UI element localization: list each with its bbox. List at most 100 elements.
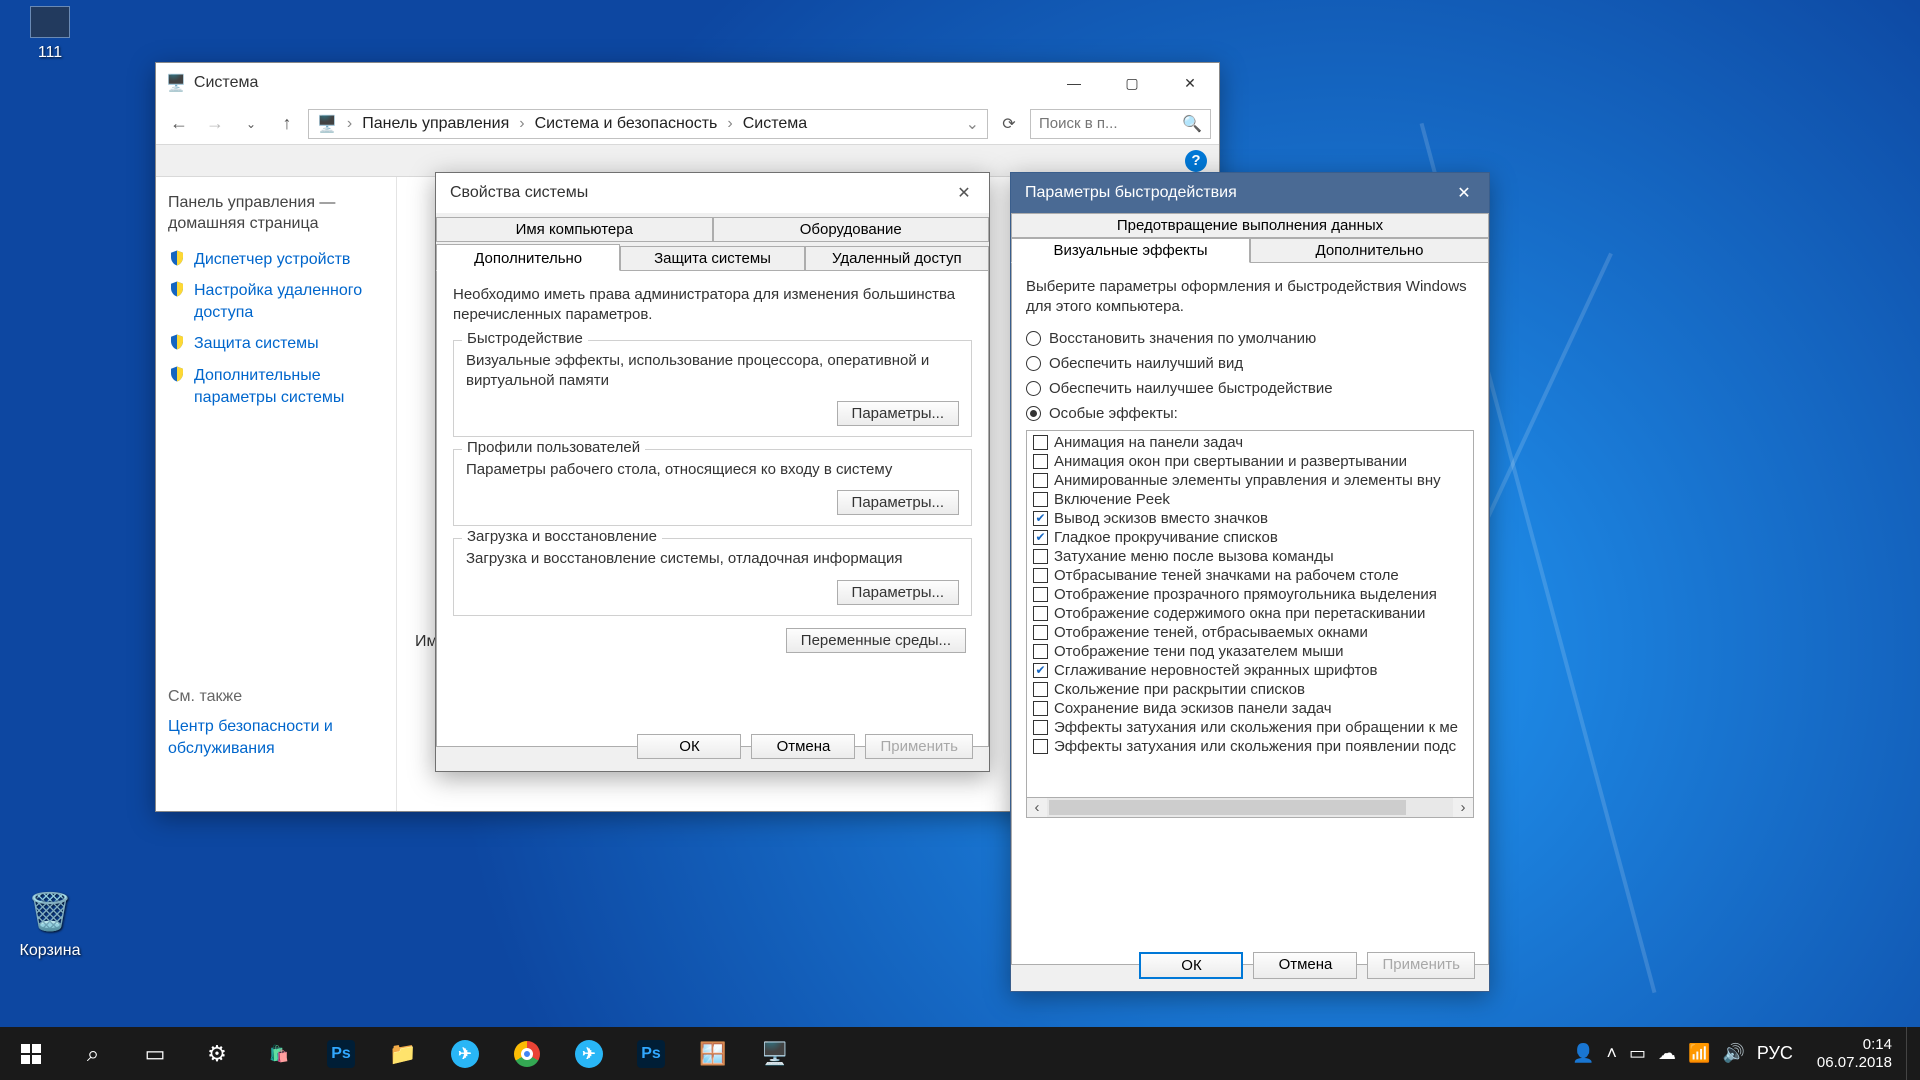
effects-checklist[interactable]: Анимация на панели задачАнимация окон пр…	[1026, 430, 1474, 798]
effect-checkbox[interactable]: Отображение теней, отбрасываемых окнами	[1027, 623, 1473, 642]
battery-icon[interactable]: ▭	[1629, 1043, 1646, 1064]
taskbar-app-store[interactable]: 🛍️	[248, 1027, 310, 1080]
effect-checkbox[interactable]: Отбрасывание теней значками на рабочем с…	[1027, 566, 1473, 585]
search-box[interactable]: 🔍	[1030, 109, 1211, 139]
taskbar-app-telegram2[interactable]: ✈	[558, 1027, 620, 1080]
task-view-button[interactable]: ▭	[124, 1027, 186, 1080]
people-icon[interactable]: 👤	[1572, 1043, 1594, 1064]
taskbar-app-settings[interactable]: ⚙	[186, 1027, 248, 1080]
minimize-button[interactable]: —	[1045, 63, 1103, 103]
effect-checkbox[interactable]: ✔Вывод эскизов вместо значков	[1027, 509, 1473, 528]
startup-settings-button[interactable]: Параметры...	[837, 580, 959, 605]
sidebar-link[interactable]: Дополнительные параметры системы	[168, 365, 384, 408]
titlebar[interactable]: 🖥️ Система — ▢ ✕	[156, 63, 1219, 103]
desktop-icon-folder[interactable]: 111	[0, 6, 100, 62]
volume-icon[interactable]: 🔊	[1722, 1043, 1744, 1064]
effect-checkbox[interactable]: Отображение содержимого окна при перетас…	[1027, 604, 1473, 623]
sidebar-link[interactable]: Диспетчер устройств	[168, 249, 384, 271]
taskbar-app-window[interactable]: 🪟	[682, 1027, 744, 1080]
tab-dep[interactable]: Предотвращение выполнения данных	[1011, 213, 1489, 238]
wifi-icon[interactable]: 📶	[1688, 1043, 1710, 1064]
chevron-right-icon[interactable]: ›	[723, 115, 736, 133]
scrollbar-thumb[interactable]	[1049, 800, 1406, 815]
scroll-left-icon[interactable]: ‹	[1027, 799, 1047, 816]
taskbar-app-photoshop2[interactable]: Ps	[620, 1027, 682, 1080]
radio-custom[interactable]: Особые эффекты:	[1026, 405, 1474, 422]
tab-hardware[interactable]: Оборудование	[713, 217, 990, 242]
close-button[interactable]: ✕	[1161, 63, 1219, 103]
effect-checkbox[interactable]: Отображение прозрачного прямоугольника в…	[1027, 585, 1473, 604]
taskbar-app-system[interactable]: 🖥️	[744, 1027, 806, 1080]
start-button[interactable]	[0, 1027, 62, 1080]
scrollbar-track[interactable]	[1047, 798, 1453, 817]
radio-default[interactable]: Восстановить значения по умолчанию	[1026, 330, 1474, 347]
taskbar-app-telegram[interactable]: ✈	[434, 1027, 496, 1080]
effect-checkbox[interactable]: Затухание меню после вызова команды	[1027, 547, 1473, 566]
chevron-right-icon[interactable]: ›	[343, 115, 356, 133]
breadcrumb-item[interactable]: Панель управления	[362, 115, 509, 133]
cancel-button[interactable]: Отмена	[1253, 952, 1357, 979]
taskbar-app-photoshop[interactable]: Ps	[310, 1027, 372, 1080]
up-button[interactable]: ↑	[272, 109, 302, 139]
taskbar-app-explorer[interactable]: 📁	[372, 1027, 434, 1080]
desktop-icon-recycle-bin[interactable]: 🗑️ Корзина	[0, 888, 100, 960]
sidebar-link[interactable]: Центр безопасности и обслуживания	[168, 716, 384, 759]
chevron-down-icon[interactable]: ⌄	[966, 114, 979, 134]
dialog-titlebar[interactable]: Свойства системы ✕	[436, 173, 989, 213]
search-button[interactable]: ⌕	[62, 1027, 124, 1080]
address-bar[interactable]: 🖥️ › Панель управления › Система и безоп…	[308, 109, 988, 139]
chevron-right-icon[interactable]: ›	[515, 115, 528, 133]
refresh-button[interactable]: ⟳	[994, 114, 1024, 134]
tab-visual-effects[interactable]: Визуальные эффекты	[1011, 238, 1250, 263]
breadcrumb-item[interactable]: Система и безопасность	[535, 115, 718, 133]
scroll-right-icon[interactable]: ›	[1453, 799, 1473, 816]
breadcrumb-item[interactable]: Система	[743, 115, 807, 133]
cancel-button[interactable]: Отмена	[751, 734, 855, 759]
profiles-settings-button[interactable]: Параметры...	[837, 490, 959, 515]
tab-computer-name[interactable]: Имя компьютера	[436, 217, 713, 242]
taskbar-app-chrome[interactable]	[496, 1027, 558, 1080]
effect-checkbox[interactable]: Эффекты затухания или скольжения при поя…	[1027, 737, 1473, 756]
effect-checkbox[interactable]: Эффекты затухания или скольжения при обр…	[1027, 718, 1473, 737]
horizontal-scrollbar[interactable]: ‹ ›	[1026, 798, 1474, 818]
effect-checkbox[interactable]: Анимация на панели задач	[1027, 433, 1473, 452]
performance-settings-button[interactable]: Параметры...	[837, 401, 959, 426]
effect-checkbox[interactable]: Сохранение вида эскизов панели задач	[1027, 699, 1473, 718]
radio-best-appearance[interactable]: Обеспечить наилучший вид	[1026, 355, 1474, 372]
language-indicator[interactable]: РУС	[1757, 1043, 1793, 1064]
radio-best-performance[interactable]: Обеспечить наилучшее быстродействие	[1026, 380, 1474, 397]
control-panel-home-link[interactable]: Панель управления — домашняя страница	[168, 193, 384, 235]
tab-advanced[interactable]: Дополнительно	[436, 244, 620, 271]
ok-button[interactable]: ОК	[637, 734, 741, 759]
tab-system-protection[interactable]: Защита системы	[620, 246, 804, 271]
show-desktop-button[interactable]	[1906, 1027, 1920, 1080]
environment-variables-button[interactable]: Переменные среды...	[786, 628, 966, 653]
maximize-button[interactable]: ▢	[1103, 63, 1161, 103]
apply-button[interactable]: Применить	[1367, 952, 1475, 979]
tab-advanced[interactable]: Дополнительно	[1250, 238, 1489, 263]
close-button[interactable]: ✕	[1439, 173, 1489, 213]
tab-remote[interactable]: Удаленный доступ	[805, 246, 989, 271]
taskbar-clock[interactable]: 0:14 06.07.2018	[1803, 1036, 1906, 1072]
sidebar-link[interactable]: Защита системы	[168, 333, 384, 355]
effect-checkbox[interactable]: ✔Сглаживание неровностей экранных шрифто…	[1027, 661, 1473, 680]
close-button[interactable]: ✕	[939, 173, 989, 213]
sidebar-link[interactable]: Настройка удаленного доступа	[168, 280, 384, 323]
help-icon[interactable]: ?	[1185, 150, 1207, 172]
apply-button[interactable]: Применить	[865, 734, 973, 759]
dialog-titlebar[interactable]: Параметры быстродействия ✕	[1011, 173, 1489, 213]
back-button[interactable]: ←	[164, 109, 194, 139]
effect-checkbox[interactable]: Включение Peek	[1027, 490, 1473, 509]
effect-checkbox[interactable]: ✔Гладкое прокручивание списков	[1027, 528, 1473, 547]
effect-checkbox[interactable]: Отображение тени под указателем мыши	[1027, 642, 1473, 661]
ok-button[interactable]: ОК	[1139, 952, 1243, 979]
effect-checkbox[interactable]: Анимированные элементы управления и элем…	[1027, 471, 1473, 490]
effect-checkbox[interactable]: Скольжение при раскрытии списков	[1027, 680, 1473, 699]
search-input[interactable]	[1039, 115, 1182, 132]
chevron-up-icon[interactable]: ˄	[1607, 1043, 1618, 1064]
forward-button[interactable]: →	[200, 109, 230, 139]
effect-checkbox[interactable]: Анимация окон при свертывании и разверты…	[1027, 452, 1473, 471]
onedrive-icon[interactable]: ☁	[1658, 1043, 1676, 1064]
recent-dropdown[interactable]: ⌄	[236, 109, 266, 139]
system-tray[interactable]: 👤 ˄ ▭ ☁ 📶 🔊 РУС	[1562, 1043, 1803, 1064]
